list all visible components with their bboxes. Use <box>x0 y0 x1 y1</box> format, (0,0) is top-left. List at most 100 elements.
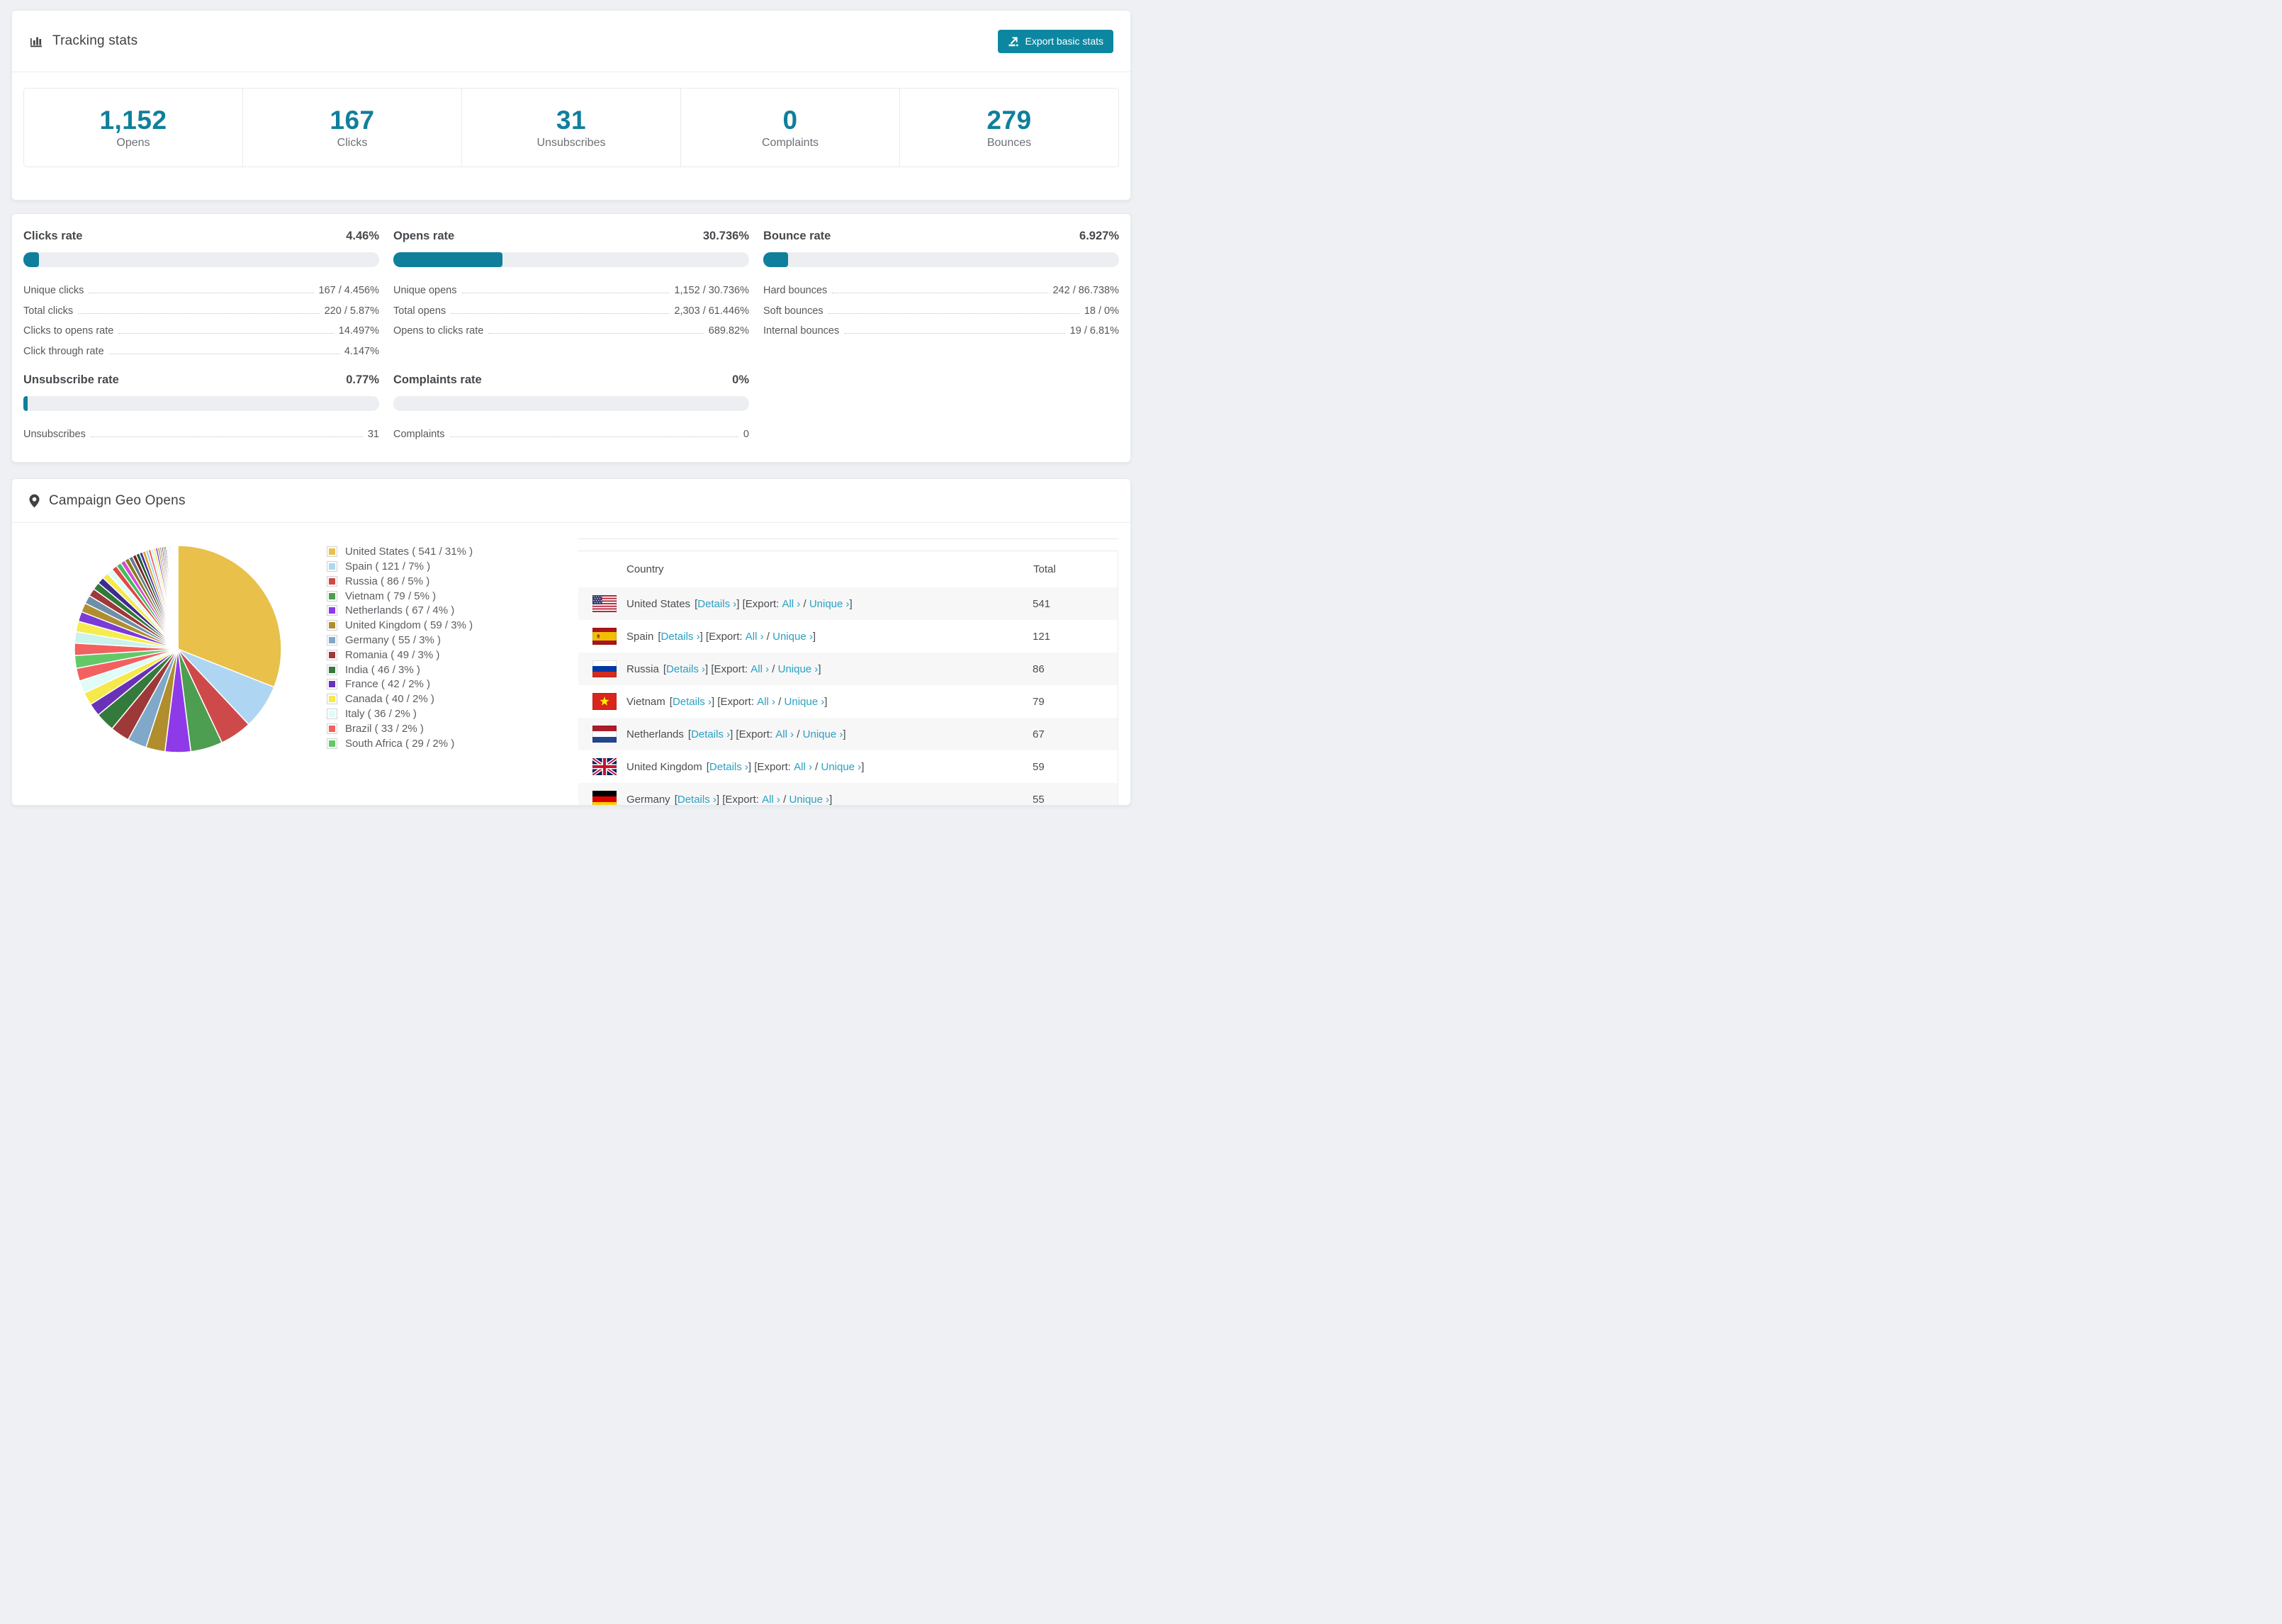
stat-box-opens: 1,152 Opens <box>24 89 243 167</box>
rate-row-label: Internal bounces <box>763 325 840 337</box>
flag-de-icon <box>592 791 617 806</box>
rate-title: Clicks rate <box>23 229 83 242</box>
export-all-link[interactable]: All › <box>762 794 780 806</box>
country-name: Netherlands <box>626 728 684 740</box>
country-name: United States <box>626 597 691 610</box>
geo-body: United States ( 541 / 31% ) Spain ( 121 /… <box>12 523 1130 806</box>
dotted-leader <box>78 312 320 314</box>
table-row-spain: Spain[Details ›] [Export: All › / Unique… <box>578 620 1118 653</box>
rate-row-total-opens: Total opens 2,303 / 61.446% <box>393 298 749 319</box>
export-all-link[interactable]: All › <box>751 663 769 675</box>
rate-progress <box>393 252 749 267</box>
legend-item-canada: Canada ( 40 / 2% ) <box>327 692 473 706</box>
legend-item-vietnam: Vietnam ( 79 / 5% ) <box>327 589 473 604</box>
stat-label: Complaints <box>761 136 819 149</box>
export-all-link[interactable]: All › <box>794 761 812 773</box>
details-link[interactable]: Details › <box>709 761 748 773</box>
legend-label: Russia ( 86 / 5% ) <box>345 575 430 587</box>
export-all-link[interactable]: All › <box>746 631 764 643</box>
legend-swatch <box>327 620 337 631</box>
details-link[interactable]: Details › <box>678 794 716 806</box>
details-link[interactable]: Details › <box>697 598 736 610</box>
details-link[interactable]: Details › <box>666 663 705 675</box>
stat-label: Bounces <box>987 136 1032 149</box>
rates-card: Clicks rate 4.46% Unique clicks 167 / 4.456… <box>11 213 1131 463</box>
legend-swatch <box>327 605 337 616</box>
column-header-country: Country <box>626 563 664 576</box>
rate-row-label: Total opens <box>393 305 446 317</box>
dotted-leader <box>449 436 738 438</box>
legend-swatch <box>327 738 337 749</box>
details-link[interactable]: Details › <box>661 631 700 643</box>
export-unique-link[interactable]: Unique › <box>803 728 843 740</box>
rate-row-opens-to-clicks-rate: Opens to clicks rate 689.82% <box>393 319 749 339</box>
tracking-stats-card: Tracking stats Export basic stats 1,152 O… <box>11 10 1131 201</box>
map-pin-icon <box>29 494 40 508</box>
export-unique-link[interactable]: Unique › <box>778 663 819 675</box>
rate-row-label: Unique clicks <box>23 285 84 297</box>
column-header-total: Total <box>1033 563 1056 576</box>
rate-row-label: Complaints <box>393 429 445 441</box>
export-unique-link[interactable]: Unique › <box>772 631 813 643</box>
flag-us-icon <box>592 595 617 613</box>
table-row-united-states: United States[Details ›] [Export: All › … <box>578 587 1118 621</box>
rate-value: 0% <box>732 373 749 386</box>
export-unique-link[interactable]: Unique › <box>821 761 861 773</box>
tracking-stats-header: Tracking stats Export basic stats <box>12 11 1130 72</box>
rate-row-hard-bounces: Hard bounces 242 / 86.738% <box>763 278 1119 299</box>
total-value: 541 <box>1033 597 1051 610</box>
country-name: Russia <box>626 662 659 675</box>
export-all-link[interactable]: All › <box>775 728 794 740</box>
legend-label: Italy ( 36 / 2% ) <box>345 708 417 720</box>
legend-label: Canada ( 40 / 2% ) <box>345 693 434 706</box>
export-basic-stats-button[interactable]: Export basic stats <box>997 29 1113 53</box>
rate-value: 6.927% <box>1079 229 1119 242</box>
total-value: 86 <box>1033 662 1045 675</box>
stat-value: 31 <box>556 106 587 135</box>
details-link[interactable]: Details › <box>691 728 730 740</box>
export-all-link[interactable]: All › <box>757 696 775 708</box>
rate-row-value: 14.497% <box>338 325 379 337</box>
rate-row-unsubscribes: Unsubscribes 31 <box>23 422 379 443</box>
rate-row-value: 19 / 6.81% <box>1069 325 1119 337</box>
export-unique-link[interactable]: Unique › <box>785 696 825 708</box>
total-value: 121 <box>1033 630 1051 643</box>
flag-nl-icon <box>592 726 617 743</box>
page-title: Tracking stats <box>52 33 138 48</box>
details-link[interactable]: Details › <box>673 696 712 708</box>
flag-es-icon <box>592 628 617 645</box>
pie-slice-small-42[interactable] <box>176 545 179 650</box>
tracking-stats-heading: Tracking stats <box>29 33 137 49</box>
geo-heading: Campaign Geo Opens <box>29 493 186 509</box>
stats-summary-row: 1,152 Opens 167 Clicks 31 Unsubscribes 0 Compla… <box>23 88 1119 167</box>
export-unique-link[interactable]: Unique › <box>809 598 850 610</box>
rate-row-internal-bounces: Internal bounces 19 / 6.81% <box>763 319 1119 339</box>
legend-label: France ( 42 / 2% ) <box>345 678 431 691</box>
legend-swatch <box>327 546 337 558</box>
legend-label: United States ( 541 / 31% ) <box>345 546 473 558</box>
legend-swatch <box>327 635 337 646</box>
rate-row-label: Soft bounces <box>763 305 824 317</box>
export-unique-link[interactable]: Unique › <box>789 794 829 806</box>
legend-item-spain: Spain ( 121 / 7% ) <box>327 559 473 574</box>
stat-value: 167 <box>330 106 375 135</box>
rate-section-bounce-rate: Bounce rate 6.927% Hard bounces 242 / 86.73… <box>763 230 1119 359</box>
export-all-link[interactable]: All › <box>782 598 800 610</box>
stat-value: 1,152 <box>99 106 167 135</box>
rate-progress <box>763 252 1119 267</box>
legend-item-italy: Italy ( 36 / 2% ) <box>327 706 473 721</box>
legend-swatch <box>327 561 337 573</box>
rate-section-unsubscribe-rate: Unsubscribe rate 0.77% Unsubscribes 31 <box>23 373 379 443</box>
rate-row-label: Click through rate <box>23 345 104 357</box>
geo-table: Country Total United States[Details ›] [… <box>578 551 1118 806</box>
rate-progress <box>393 395 749 411</box>
legend-swatch <box>327 723 337 734</box>
geo-table-container: Country Total United States[Details ›] [… <box>578 538 1118 806</box>
rate-section-complaints-rate: Complaints rate 0% Complaints 0 <box>393 373 749 443</box>
rate-row-value: 0 <box>743 429 749 441</box>
rate-row-label: Hard bounces <box>763 285 828 297</box>
flag-vn-icon <box>592 693 617 711</box>
rate-title: Complaints rate <box>393 373 482 386</box>
rate-row-value: 18 / 0% <box>1084 305 1119 317</box>
legend-item-india: India ( 46 / 3% ) <box>327 662 473 677</box>
